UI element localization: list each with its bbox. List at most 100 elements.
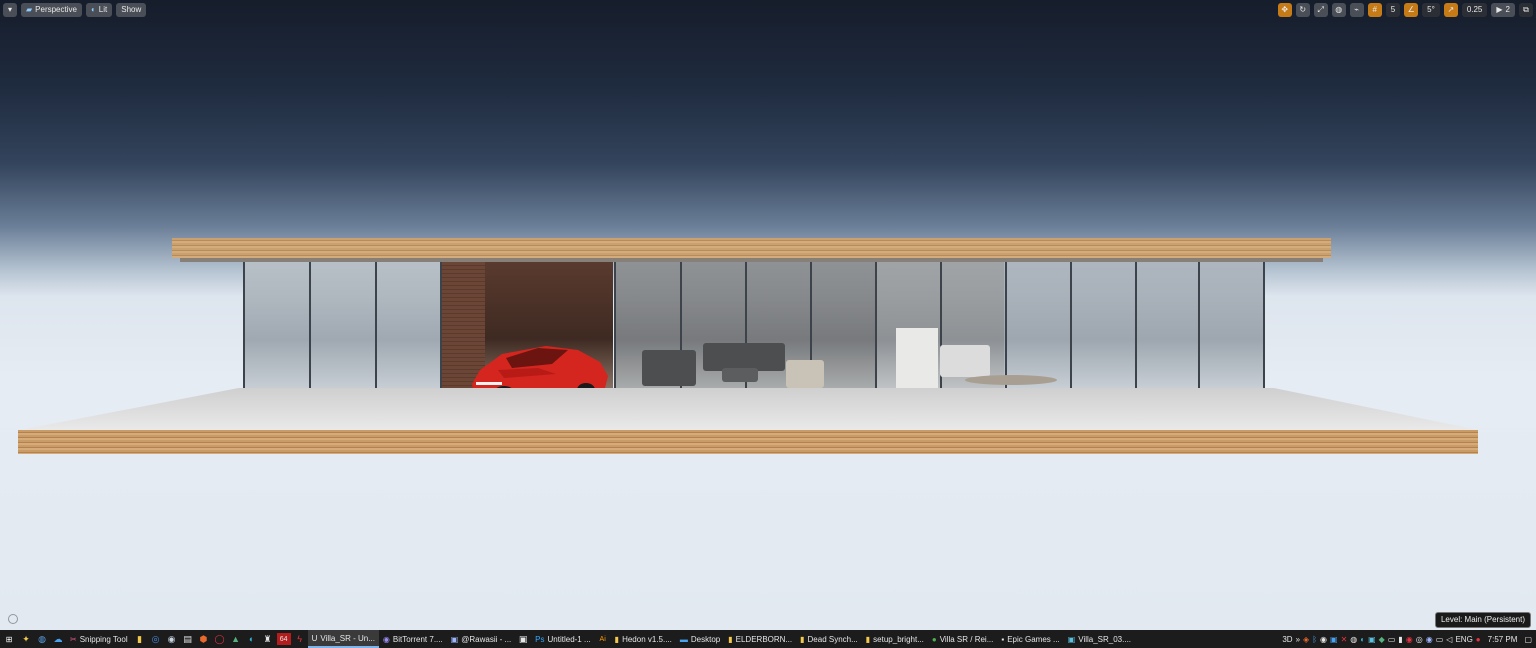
tray-app-icon[interactable]: ◐ — [1360, 635, 1365, 644]
mullion — [1135, 262, 1137, 394]
taskbar-task-active[interactable]: U Villa_SR - Un... — [307, 630, 379, 648]
grid-snap-value[interactable]: 5 — [1385, 3, 1401, 17]
coffee-table — [722, 368, 758, 382]
taskbar-task[interactable]: ▬ Desktop — [676, 630, 724, 648]
mullion — [375, 262, 377, 394]
scale-snap-toggle[interactable]: ↗ — [1443, 3, 1458, 17]
opera-icon: ◯ — [214, 633, 225, 644]
taskbar-task[interactable]: ✂ Snipping Tool — [66, 630, 132, 648]
tray-app-icon[interactable]: ◍ — [1350, 635, 1357, 644]
rug — [965, 375, 1057, 385]
browser-icon: ● — [931, 634, 937, 644]
mullion — [243, 262, 245, 394]
move-icon: ✥ — [1281, 5, 1289, 14]
show-label: Show — [121, 5, 142, 14]
taskbar-task[interactable]: ▪ Epic Games ... — [997, 630, 1063, 648]
pinned-app[interactable]: ▤ — [180, 630, 196, 648]
floor-slab-edge — [18, 430, 1478, 454]
tray-app-icon[interactable]: ▮ — [1398, 635, 1402, 644]
villa-roof — [172, 238, 1331, 258]
tray-app-icon[interactable]: ▣ — [1330, 635, 1338, 644]
pinned-app[interactable]: ▮ — [132, 630, 148, 648]
volume-icon[interactable]: ◁ — [1446, 635, 1452, 644]
pinned-app[interactable]: ⬢ — [196, 630, 212, 648]
pinned-app[interactable]: ☁ — [50, 630, 66, 648]
glass-wall-right — [1004, 262, 1264, 392]
mullion — [1263, 262, 1265, 394]
monitor-icon[interactable]: ▭ — [1388, 635, 1396, 644]
snipping-tool-icon: ✂ — [70, 634, 77, 644]
perspective-button[interactable]: ▰ Perspective — [21, 3, 82, 17]
chrome-icon: ◎ — [151, 633, 160, 644]
taskbar-task[interactable]: ▣ Villa_SR_03.... — [1064, 630, 1135, 648]
perspective-icon: ▰ — [26, 5, 33, 14]
overflow-icon[interactable]: » — [1296, 635, 1300, 644]
pinned-app[interactable]: 64 — [276, 633, 291, 645]
taskbar-task[interactable]: ▮ setup_bright... — [862, 630, 928, 648]
notification-icon[interactable]: ▢ — [1524, 635, 1532, 644]
axis-gizmo — [8, 614, 18, 624]
rotation-snap-toggle[interactable]: ∠ — [1404, 3, 1419, 17]
pinned-app[interactable]: ◯ — [212, 630, 228, 648]
taskbar-task[interactable]: ● Villa SR / Rei... — [928, 630, 998, 648]
tray-app-icon[interactable]: ● — [1476, 635, 1481, 644]
pinned-app[interactable]: ▣ — [515, 630, 531, 648]
tray-app-icon[interactable]: ✕ — [1341, 635, 1348, 644]
coordinate-space-button[interactable]: ◍ — [1331, 3, 1346, 17]
taskbar-task[interactable]: ▮ Dead Synch... — [796, 630, 862, 648]
grid-snap-toggle[interactable]: # — [1367, 3, 1382, 17]
tray-app-icon[interactable]: ◈ — [1303, 635, 1309, 644]
taskbar-task[interactable]: ▮ ELDERBORN... — [724, 630, 796, 648]
pinned-app[interactable]: ▲ — [228, 630, 244, 648]
translate-tool-button[interactable]: ✥ — [1277, 3, 1292, 17]
pinned-app[interactable]: ◉ — [164, 630, 180, 648]
tray-app-icon[interactable]: ◉ — [1320, 635, 1327, 644]
scale-snap-value[interactable]: 0.25 — [1461, 3, 1488, 17]
clock[interactable]: 7:57 PM — [1488, 635, 1518, 644]
pinned-app[interactable]: ϟ — [292, 630, 308, 648]
level-indicator: Level: Main (Persistent) — [1434, 612, 1531, 628]
tray-app-icon[interactable]: ▣ — [1368, 635, 1376, 644]
pinned-app[interactable]: ◎ — [148, 630, 164, 648]
taskbar-task[interactable]: ▮ Hedon v1.5.... — [611, 630, 676, 648]
pinned-app[interactable]: ✦ — [18, 630, 34, 648]
viewport-toolbar-right: ✥ ↻ ⤢ ◍ ⌁ # 5 ∠ 5° ↗ 0.25 ▶ 2 ⧉ — [1277, 3, 1533, 17]
tray-app-icon[interactable]: ◉ — [1406, 635, 1413, 644]
bittorrent-icon: ◉ — [382, 634, 390, 644]
cloud-icon: ☁ — [53, 633, 63, 644]
viewport-menu-button[interactable]: ▾ — [3, 3, 17, 17]
discord-icon[interactable]: ◉ — [1426, 635, 1433, 644]
bluetooth-icon[interactable]: ᛒ — [1312, 635, 1317, 644]
show-button[interactable]: Show — [116, 3, 147, 17]
language-indicator[interactable]: ENG — [1455, 635, 1472, 644]
app-icon: ▲ — [231, 634, 241, 644]
taskbar-task[interactable]: ◉ BitTorrent 7.... — [379, 630, 447, 648]
surface-snap-button[interactable]: ⌁ — [1349, 3, 1364, 17]
rotation-snap-value[interactable]: 5° — [1422, 3, 1440, 17]
editor-viewport[interactable]: ▾ ▰ Perspective ◐ Lit Show ✥ ↻ ⤢ ◍ ⌁ # 5… — [0, 0, 1536, 630]
taskbar-task[interactable]: ▣ @Rawasii - ... — [447, 630, 515, 648]
pinned-app[interactable]: Ai — [595, 630, 611, 648]
start-button[interactable]: ⊞ — [0, 630, 18, 648]
sofa — [703, 343, 785, 371]
app-icon: ⬢ — [199, 633, 208, 644]
villa-floor — [20, 388, 1478, 430]
scale-tool-button[interactable]: ⤢ — [1313, 3, 1328, 17]
taskbar-task[interactable]: Ps Untitled-1 ... — [531, 630, 594, 648]
mullion — [440, 262, 442, 394]
maximize-icon: ⧉ — [1523, 5, 1529, 14]
tray-3d-label[interactable]: 3D — [1282, 635, 1292, 644]
network-icon[interactable]: ▭ — [1436, 635, 1444, 644]
globe-icon: ◍ — [1335, 5, 1343, 14]
pinned-app[interactable]: ♜ — [260, 630, 276, 648]
tray-app-icon[interactable]: ◎ — [1416, 635, 1423, 644]
steam-icon: ◉ — [167, 633, 176, 644]
tray-app-icon[interactable]: ◆ — [1379, 635, 1385, 644]
pinned-app[interactable]: ◐ — [244, 630, 260, 648]
rotate-tool-button[interactable]: ↻ — [1295, 3, 1310, 17]
pinned-app[interactable]: ◍ — [34, 630, 50, 648]
lit-button[interactable]: ◐ Lit — [85, 3, 113, 17]
mullion — [614, 262, 616, 394]
camera-speed-button[interactable]: ▶ 2 — [1491, 3, 1515, 17]
maximize-viewport-button[interactable]: ⧉ — [1519, 3, 1533, 17]
